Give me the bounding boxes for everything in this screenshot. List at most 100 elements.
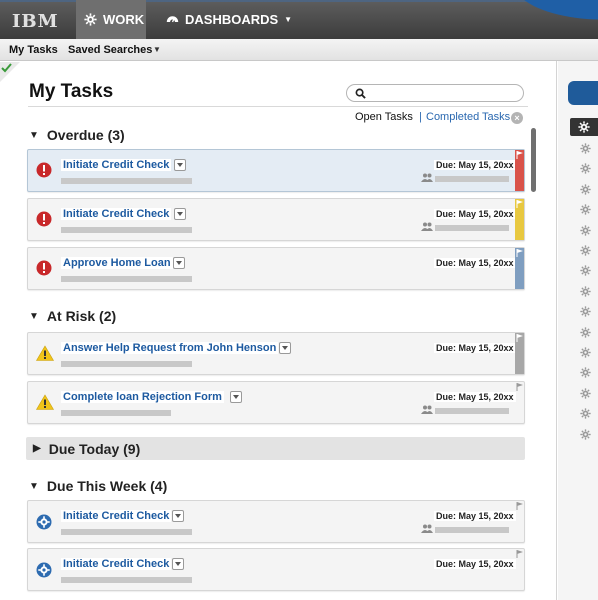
subnav-my-tasks[interactable]: My Tasks (9, 44, 58, 56)
side-panel-tab[interactable] (568, 81, 598, 105)
task-owner-placeholder (435, 408, 509, 414)
task-menu-button[interactable] (279, 342, 291, 354)
saved-searches-dropdown-icon[interactable]: ▼ (153, 45, 161, 54)
priority-flag-bar (515, 248, 524, 289)
task-card[interactable]: Complete loan Rejection Form Due: May 15… (27, 381, 525, 424)
people-icon (421, 222, 433, 231)
page-title: My Tasks (29, 81, 114, 102)
flag-icon (516, 383, 523, 391)
flag-icon (516, 200, 523, 208)
section-due-this-week-header[interactable]: ▼ Due This Week (4) (29, 478, 167, 494)
section-at-risk-label: At Risk (2) (46, 308, 117, 324)
flag-icon (516, 249, 523, 257)
nav-dashboards-label: DASHBOARDS (185, 12, 279, 27)
warning-icon (36, 345, 54, 361)
task-due-date: Due: May 15, 20xx (434, 343, 516, 353)
task-name-link[interactable]: Answer Help Request from John Henson (61, 342, 279, 354)
task-menu-button[interactable] (172, 558, 184, 570)
task-due-date: Due: May 15, 20xx (434, 559, 516, 569)
task-card[interactable]: Initiate Credit Check Due: May 15, 20xx (27, 198, 525, 241)
task-card[interactable]: Approve Home Loan Due: May 15, 20xx (27, 247, 525, 290)
triangle-down-icon: ▼ (29, 129, 39, 141)
task-description-placeholder (61, 529, 192, 535)
priority-flag-bar (515, 333, 524, 374)
tab-open-tasks[interactable]: Open Tasks (355, 111, 413, 123)
task-due-date: Due: May 15, 20xx (434, 392, 516, 402)
people-icon (421, 524, 433, 533)
task-due-date: Due: May 15, 20xx (434, 209, 516, 219)
gear-icon (578, 121, 590, 133)
task-description-placeholder (61, 178, 192, 184)
gear-icon[interactable] (580, 325, 591, 343)
tab-completed-tasks[interactable]: Completed Tasks (426, 111, 510, 123)
flag-icon (516, 550, 523, 558)
nav-tab-dashboards[interactable]: DASHBOARDS ▼ (166, 0, 292, 39)
task-description-placeholder (61, 410, 171, 416)
task-name-link[interactable]: Initiate Credit Check (61, 208, 172, 220)
checkmark-corner-icon (0, 62, 20, 82)
task-menu-button[interactable] (173, 257, 185, 269)
section-due-today-label: Due Today (9) (48, 440, 141, 457)
nav-work-label: WORK (103, 12, 145, 27)
task-due-date: Due: May 15, 20xx (434, 511, 516, 521)
search-input[interactable] (346, 84, 524, 102)
flag-icon (516, 334, 523, 342)
gear-icon (36, 514, 52, 530)
gear-icon[interactable] (580, 263, 591, 281)
flag-icon (516, 151, 523, 159)
task-list-scrollbar[interactable] (531, 128, 536, 192)
priority-flag-bar (515, 199, 524, 240)
task-name-link[interactable]: Initiate Credit Check (61, 558, 172, 570)
dashboard-gauge-icon (166, 16, 179, 23)
subnav-saved-searches[interactable]: Saved Searches (68, 44, 152, 56)
clear-filter-icon[interactable]: × (511, 112, 523, 124)
section-due-today-header[interactable]: ▶ Due Today (9) (26, 437, 525, 460)
title-divider (28, 106, 528, 107)
task-card[interactable]: Initiate Credit Check Due: May 15, 20xx (27, 149, 525, 192)
nav-tab-work[interactable]: WORK (76, 0, 146, 39)
gear-icon[interactable] (580, 223, 591, 241)
gear-icon[interactable] (580, 161, 591, 179)
people-icon (421, 173, 433, 182)
gear-icon[interactable] (580, 304, 591, 322)
gear-icon[interactable] (580, 386, 591, 404)
gear-icon[interactable] (580, 427, 591, 445)
gear-icon (84, 13, 97, 26)
task-card[interactable]: Answer Help Request from John Henson Due… (27, 332, 525, 375)
task-menu-button[interactable] (172, 510, 184, 522)
gear-icon[interactable] (580, 406, 591, 424)
gear-icon[interactable] (580, 202, 591, 220)
gear-icon[interactable] (580, 182, 591, 200)
task-name-link[interactable]: Complete loan Rejection Form (61, 391, 224, 403)
task-card[interactable]: Initiate Credit Check Due: May 15, 20xx (27, 548, 525, 591)
ibm-logo: IBM (12, 11, 59, 32)
task-description-placeholder (61, 227, 192, 233)
task-name-link[interactable]: Initiate Credit Check (61, 159, 172, 171)
task-menu-button[interactable] (174, 208, 186, 220)
priority-flag-bar (515, 150, 524, 191)
task-menu-button[interactable] (230, 391, 242, 403)
priority-flag-bar (515, 382, 524, 423)
task-owner-placeholder (435, 225, 509, 231)
gear-icon[interactable] (580, 284, 591, 302)
triangle-right-icon: ▶ (33, 443, 41, 454)
section-overdue-label: Overdue (3) (46, 127, 125, 143)
task-name-link[interactable]: Initiate Credit Check (61, 510, 172, 522)
priority-flag-bar (515, 549, 524, 590)
task-menu-button[interactable] (174, 159, 186, 171)
tab-separator: | (419, 111, 422, 123)
gear-icon[interactable] (580, 345, 591, 363)
triangle-down-icon: ▼ (29, 480, 39, 492)
triangle-down-icon: ▼ (29, 310, 39, 322)
gear-icon[interactable] (580, 141, 591, 159)
section-at-risk-header[interactable]: ▼ At Risk (2) (29, 308, 116, 324)
task-name-link[interactable]: Approve Home Loan (61, 257, 173, 269)
task-card[interactable]: Initiate Credit Check Due: May 15, 20xx (27, 500, 525, 543)
gear-icon[interactable] (580, 243, 591, 261)
task-description-placeholder (61, 577, 192, 583)
people-icon (421, 405, 433, 414)
side-panel-active-tool[interactable] (570, 118, 598, 136)
gear-icon[interactable] (580, 365, 591, 383)
section-overdue-header[interactable]: ▼ Overdue (3) (29, 127, 125, 143)
error-icon (36, 162, 52, 178)
